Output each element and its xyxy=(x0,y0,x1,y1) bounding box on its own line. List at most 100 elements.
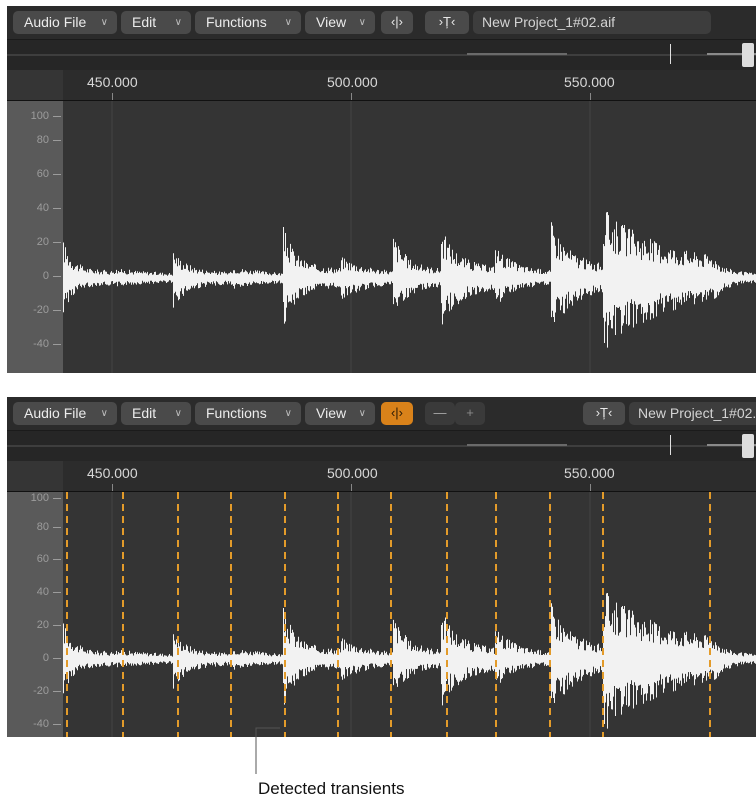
menu-label: Audio File xyxy=(24,14,87,30)
callout-label: Detected transients xyxy=(258,779,405,798)
callout-leader-line xyxy=(255,727,280,774)
y-label: 80 xyxy=(36,521,49,533)
functions-menu[interactable]: Functions ∨ xyxy=(195,402,301,425)
overview-waveform xyxy=(7,444,756,447)
chevron-down-icon: ∨ xyxy=(100,408,108,419)
y-tick xyxy=(53,140,61,141)
chevron-down-icon: ∨ xyxy=(100,17,108,28)
y-label: 20 xyxy=(36,619,49,631)
audio-file-editor-top: Audio File ∨ Edit ∨ Functions ∨ View ∨ ‹|› ›… xyxy=(7,6,756,373)
ruler-label: 500.000 xyxy=(327,465,378,481)
waveform-svg xyxy=(63,492,756,737)
edit-menu[interactable]: Edit ∨ xyxy=(121,402,191,425)
y-tick xyxy=(53,559,61,560)
y-label: 100 xyxy=(30,492,49,504)
playhead-marker[interactable] xyxy=(670,435,671,455)
waveform-plot[interactable] xyxy=(63,492,756,737)
y-label: 0 xyxy=(42,270,49,282)
y-label: -20 xyxy=(33,304,49,316)
y-tick xyxy=(53,276,61,277)
catch-playhead-button[interactable]: ›Ț‹ xyxy=(583,402,625,425)
menu-label: Edit xyxy=(132,405,157,421)
chevron-down-icon: ∨ xyxy=(284,17,292,28)
audio-file-menu[interactable]: Audio File ∨ xyxy=(13,402,117,425)
y-label: -40 xyxy=(33,718,49,730)
menu-label: Functions xyxy=(206,405,267,421)
playhead-marker[interactable] xyxy=(670,44,671,64)
menu-label: View xyxy=(316,14,347,30)
catch-playhead-button[interactable]: ›Ț‹ xyxy=(425,11,469,34)
y-tick xyxy=(53,592,61,593)
y-label: -20 xyxy=(33,685,49,697)
waveform-svg xyxy=(63,101,756,373)
ruler-tick xyxy=(112,484,113,491)
y-tick xyxy=(53,724,61,725)
y-label: 80 xyxy=(36,134,49,146)
chevron-down-icon: ∨ xyxy=(284,408,292,419)
menu-label: Edit xyxy=(132,14,157,30)
ruler-tick xyxy=(590,484,591,491)
transient-icon: ‹|› xyxy=(390,405,404,420)
increase-transients-button[interactable]: + xyxy=(455,402,485,425)
ruler-tick xyxy=(590,93,591,100)
overview-waveform xyxy=(7,53,756,56)
edit-menu[interactable]: Edit ∨ xyxy=(121,11,191,34)
waveform-plot[interactable] xyxy=(63,101,756,373)
catch-icon: ›Ț‹ xyxy=(595,405,613,420)
ruler-tick xyxy=(112,93,113,100)
y-tick xyxy=(53,174,61,175)
decrease-transients-button[interactable]: — xyxy=(425,402,455,425)
y-label: 100 xyxy=(30,110,49,122)
amplitude-scale: 100 80 60 40 20 0 -20 -40 xyxy=(7,101,63,373)
transient-edit-mode-button[interactable]: ‹|› xyxy=(381,402,413,425)
file-name-field[interactable]: New Project_1#02.aif xyxy=(629,402,756,425)
overview-scroll-thumb[interactable] xyxy=(742,434,754,458)
y-tick xyxy=(53,116,61,117)
time-ruler[interactable]: 450.000 500.000 550.000 xyxy=(7,461,756,492)
overview-scroll-thumb[interactable] xyxy=(742,43,754,67)
view-menu[interactable]: View ∨ xyxy=(305,11,375,34)
transient-icon: ‹|› xyxy=(390,14,404,29)
menu-label: Functions xyxy=(206,14,267,30)
audio-file-menu[interactable]: Audio File ∨ xyxy=(13,11,117,34)
y-tick xyxy=(53,691,61,692)
waveform-area: 100 80 60 40 20 0 -20 -40 xyxy=(7,492,756,737)
waveform-path xyxy=(63,212,756,348)
y-tick xyxy=(53,344,61,345)
y-tick xyxy=(53,625,61,626)
toolbar: Audio File ∨ Edit ∨ Functions ∨ View ∨ ‹|› —… xyxy=(7,397,756,431)
y-tick xyxy=(53,658,61,659)
transient-edit-mode-button[interactable]: ‹|› xyxy=(381,11,413,34)
time-ruler[interactable]: 450.000 500.000 550.000 xyxy=(7,70,756,101)
file-name-field[interactable]: New Project_1#02.aif xyxy=(473,11,711,34)
y-label: 60 xyxy=(36,168,49,180)
y-tick xyxy=(53,208,61,209)
file-name: New Project_1#02.aif xyxy=(482,14,616,30)
y-tick xyxy=(53,310,61,311)
menu-label: Audio File xyxy=(24,405,87,421)
view-menu[interactable]: View ∨ xyxy=(305,402,375,425)
y-tick xyxy=(53,527,61,528)
y-tick xyxy=(53,498,61,499)
chevron-down-icon: ∨ xyxy=(174,17,182,28)
functions-menu[interactable]: Functions ∨ xyxy=(195,11,301,34)
toolbar: Audio File ∨ Edit ∨ Functions ∨ View ∨ ‹|› ›… xyxy=(7,6,756,40)
y-label: 60 xyxy=(36,553,49,565)
overview-strip[interactable] xyxy=(7,40,756,70)
overview-strip[interactable] xyxy=(7,431,756,461)
chevron-down-icon: ∨ xyxy=(174,408,182,419)
ruler-gutter xyxy=(7,461,63,491)
audio-file-editor-bottom: Audio File ∨ Edit ∨ Functions ∨ View ∨ ‹|› —… xyxy=(7,397,756,737)
ruler-gutter xyxy=(7,70,63,100)
waveform-path xyxy=(63,593,756,729)
ruler-tick xyxy=(351,484,352,491)
ruler-label: 550.000 xyxy=(564,465,615,481)
y-label: 40 xyxy=(36,586,49,598)
chevron-down-icon: ∨ xyxy=(358,17,366,28)
ruler-label: 450.000 xyxy=(87,74,138,90)
amplitude-scale: 100 80 60 40 20 0 -20 -40 xyxy=(7,492,63,737)
ruler-tick xyxy=(351,93,352,100)
catch-icon: ›Ț‹ xyxy=(438,14,456,29)
file-name: New Project_1#02.aif xyxy=(638,405,756,421)
y-label: -40 xyxy=(33,338,49,350)
